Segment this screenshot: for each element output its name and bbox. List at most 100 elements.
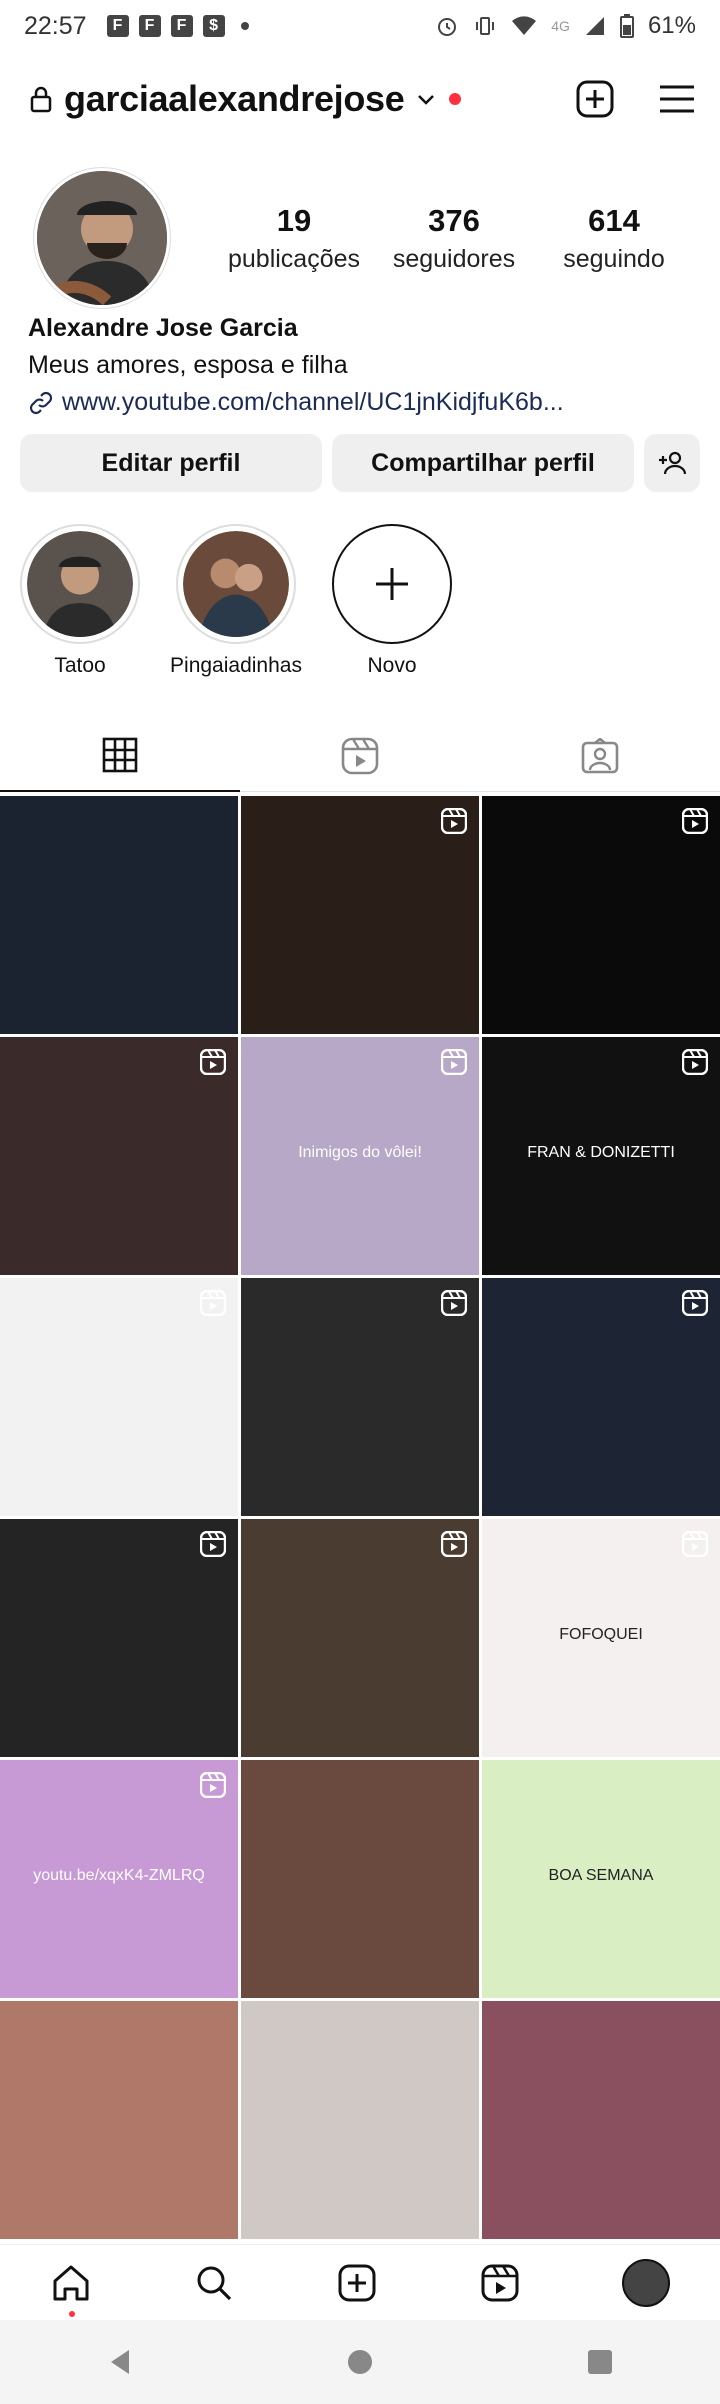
avatar-photo [37,171,167,305]
post-thumbnail[interactable] [482,1278,720,1516]
facebook-notification-icon: F [170,15,193,37]
more-notifications-icon [240,22,249,30]
post-thumbnail[interactable] [0,1519,238,1757]
search-icon [197,2266,232,2300]
nav-create[interactable] [336,2262,378,2304]
profile-avatar[interactable] [34,168,170,308]
reel-badge-icon [441,1290,467,1316]
facebook-notification-icon: F [138,15,161,37]
nav-home[interactable] [50,2262,92,2304]
stat-value: 614 [588,202,640,238]
post-thumbnail[interactable] [482,2001,720,2239]
highlight-item[interactable]: Pingaiadinhas [170,524,302,684]
highlight-label: Novo [367,654,417,677]
post-thumbnail[interactable] [241,1278,479,1516]
nav-search[interactable] [193,2262,235,2304]
post-thumbnail[interactable] [0,2001,238,2239]
notification-icons: F F F $ [106,15,249,37]
recents-icon[interactable] [587,2349,613,2375]
story-highlights: Tatoo Pingaiadinhas Novo [20,524,700,684]
stat-label: seguindo [563,244,665,273]
hamburger-icon [660,85,694,113]
alarm-icon [438,18,457,36]
plus-icon [332,524,452,644]
reel-badge-icon [441,1049,467,1075]
post-caption-text: Inimigos do vôlei! [298,1144,422,1162]
share-profile-button[interactable]: Compartilhar perfil [332,434,634,492]
home-circle-icon[interactable] [346,2348,374,2376]
reels-icon [341,737,379,774]
highlight-label: Tatoo [54,654,106,677]
bio-link-text: www.youtube.com/channel/UC1jnKidjfuK6b..… [62,388,564,416]
profile-header: garciaalexandrejose [0,64,720,134]
nav-reels[interactable] [479,2262,521,2304]
bio-link[interactable]: www.youtube.com/channel/UC1jnKidjfuK6b..… [28,388,688,417]
reel-badge-icon [682,1290,708,1316]
chevron-down-icon[interactable] [417,86,435,112]
battery-percent: 61% [647,12,696,39]
stat-label: seguidores [392,244,516,273]
post-thumbnail[interactable] [241,796,479,1034]
edit-profile-button[interactable]: Editar perfil [20,434,322,492]
status-bar: 22:57 F F F $ 4G 61% [0,0,720,52]
reels-icon [481,2264,519,2301]
profile-summary: 19 publicações 376 seguidores 614 seguin… [34,168,694,308]
reel-badge-icon [682,808,708,834]
post-thumbnail[interactable]: youtu.be/xqxK4-ZMLRQ [0,1760,238,1998]
followers-count[interactable]: 376 seguidores [374,203,534,274]
post-thumbnail[interactable]: BOA SEMANA [482,1760,720,1998]
stat-value: 376 [428,202,480,238]
post-caption-text: BOA SEMANA [548,1867,654,1885]
tab-reels[interactable] [240,720,480,792]
shopping-notification-icon: $ [202,15,225,37]
network-type: 4G [551,18,570,34]
highlight-image [27,531,133,637]
tab-tagged[interactable] [480,720,720,792]
posts-grid: Inimigos do vôlei! FRAN & DONIZETTI FOFOQU… [0,796,720,2239]
profile-tabs [0,720,720,792]
signal-icon [585,17,604,35]
post-caption-text: youtu.be/xqxK4-ZMLRQ [33,1867,205,1885]
lock-icon [30,86,52,113]
highlight-cover [176,524,296,644]
plus-square-icon [576,80,614,118]
bio-text: Meus amores, esposa e filha [28,351,348,379]
post-thumbnail[interactable] [0,796,238,1034]
highlight-image [183,531,289,637]
post-thumbnail[interactable] [482,796,720,1034]
highlight-item[interactable]: Tatoo [20,524,140,684]
back-icon[interactable] [107,2348,133,2376]
discover-people-button[interactable] [644,434,700,492]
post-thumbnail[interactable]: FRAN & DONIZETTI [482,1037,720,1275]
reel-badge-icon [200,1531,226,1557]
reel-badge-icon [200,1049,226,1075]
plus-square-icon [338,2264,376,2301]
notification-dot [69,2311,75,2317]
posts-count[interactable]: 19 publicações [214,203,374,274]
post-thumbnail[interactable]: FOFOQUEI [482,1519,720,1757]
reel-badge-icon [441,808,467,834]
bottom-navigation [0,2244,720,2320]
stat-label: publicações [227,244,361,273]
following-count[interactable]: 614 seguindo [534,203,694,274]
post-thumbnail[interactable] [241,2001,479,2239]
battery-icon [619,14,634,38]
post-thumbnail[interactable] [241,1519,479,1757]
post-thumbnail[interactable]: Inimigos do vôlei! [241,1037,479,1275]
create-post-button[interactable] [574,78,616,120]
post-thumbnail[interactable] [0,1037,238,1275]
tagged-person-icon [581,737,619,773]
nav-profile-avatar[interactable] [621,2258,670,2307]
reel-badge-icon [200,1772,226,1798]
new-highlight-button[interactable]: Novo [332,524,452,684]
post-thumbnail[interactable] [0,1278,238,1516]
notification-dot [448,93,461,105]
tab-posts[interactable] [0,720,240,792]
facebook-notification-icon: F [106,15,129,37]
reel-badge-icon [682,1049,708,1075]
reel-badge-icon [200,1290,226,1316]
stat-value: 19 [276,202,312,238]
post-thumbnail[interactable] [241,1760,479,1998]
menu-button[interactable] [656,78,698,120]
username[interactable]: garciaalexandrejose [64,78,405,120]
